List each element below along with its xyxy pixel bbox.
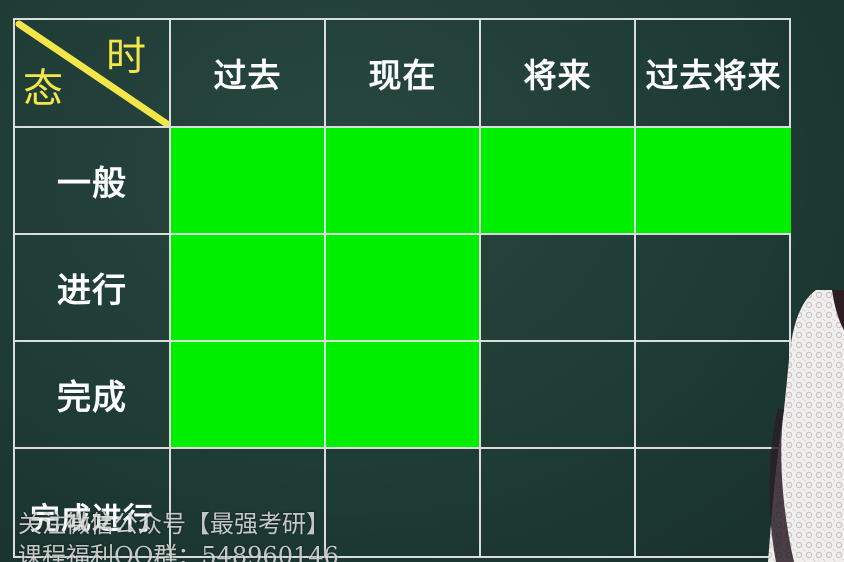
lecture-board: 时 态 过去 现在 将来 过去将来 一般 进行 完成 完成进行 关注微信公众号【… (0, 0, 844, 562)
row-label: 进行 (15, 235, 171, 342)
table-cell (481, 449, 636, 556)
table-cell (171, 342, 326, 449)
table-corner-cell: 时 态 (15, 20, 171, 128)
column-header: 现在 (326, 20, 481, 128)
row-label: 完成 (15, 342, 171, 449)
column-header: 过去将来 (636, 20, 791, 128)
table-cell (636, 128, 791, 235)
presenter-figure (768, 290, 844, 562)
watermark-line: 关注微信公众号【最强考研】 (18, 510, 330, 538)
aspect-label: 态 (23, 66, 64, 112)
watermark-line: 课程福利QQ群：548960146 (18, 542, 339, 562)
column-header: 将来 (481, 20, 636, 128)
tense-table: 时 态 过去 现在 将来 过去将来 一般 进行 完成 完成进行 (13, 18, 791, 558)
time-label: 时 (106, 34, 147, 80)
table-cell (481, 342, 636, 449)
table-cell (171, 235, 326, 342)
row-label: 一般 (15, 128, 171, 235)
table-cell (326, 342, 481, 449)
table-cell (171, 128, 326, 235)
table-cell (481, 235, 636, 342)
column-header: 过去 (171, 20, 326, 128)
table-cell (326, 128, 481, 235)
table-cell (326, 449, 481, 556)
watermark: 关注微信公众号【最强考研】 课程福利QQ群：548960146 (18, 508, 339, 562)
table-cell (326, 235, 481, 342)
table-cell (481, 128, 636, 235)
